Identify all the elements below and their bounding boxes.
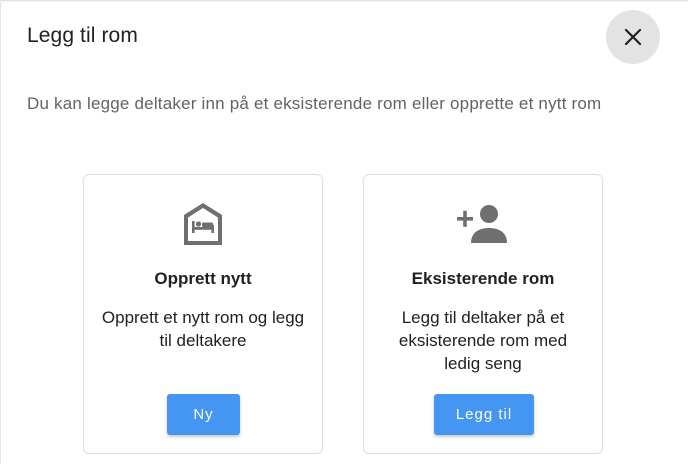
room-bed-icon (84, 201, 322, 249)
new-room-button[interactable]: Ny (167, 394, 240, 435)
dialog-top-edge (0, 0, 688, 2)
close-icon (624, 28, 642, 46)
add-to-room-button[interactable]: Legg til (434, 394, 534, 435)
create-new-description: Opprett et nytt rom og legg til deltaker… (101, 308, 305, 350)
add-room-dialog: Legg til rom Du kan legge deltaker inn p… (0, 0, 688, 464)
existing-room-description: Legg til deltaker på et eksisterende rom… (398, 308, 568, 373)
close-button[interactable] (606, 10, 660, 64)
existing-room-title: Eksisterende rom (411, 269, 555, 288)
create-new-room-card: Opprett nytt Opprett et nytt rom og legg… (83, 174, 323, 454)
existing-room-card: Eksisterende rom Legg til deltaker på et… (363, 174, 603, 454)
dialog-subtitle: Du kan legge deltaker inn på et eksister… (27, 94, 602, 113)
dialog-title: Legg til rom (27, 24, 138, 47)
create-new-title: Opprett nytt (154, 269, 252, 288)
add-person-icon (364, 201, 602, 249)
